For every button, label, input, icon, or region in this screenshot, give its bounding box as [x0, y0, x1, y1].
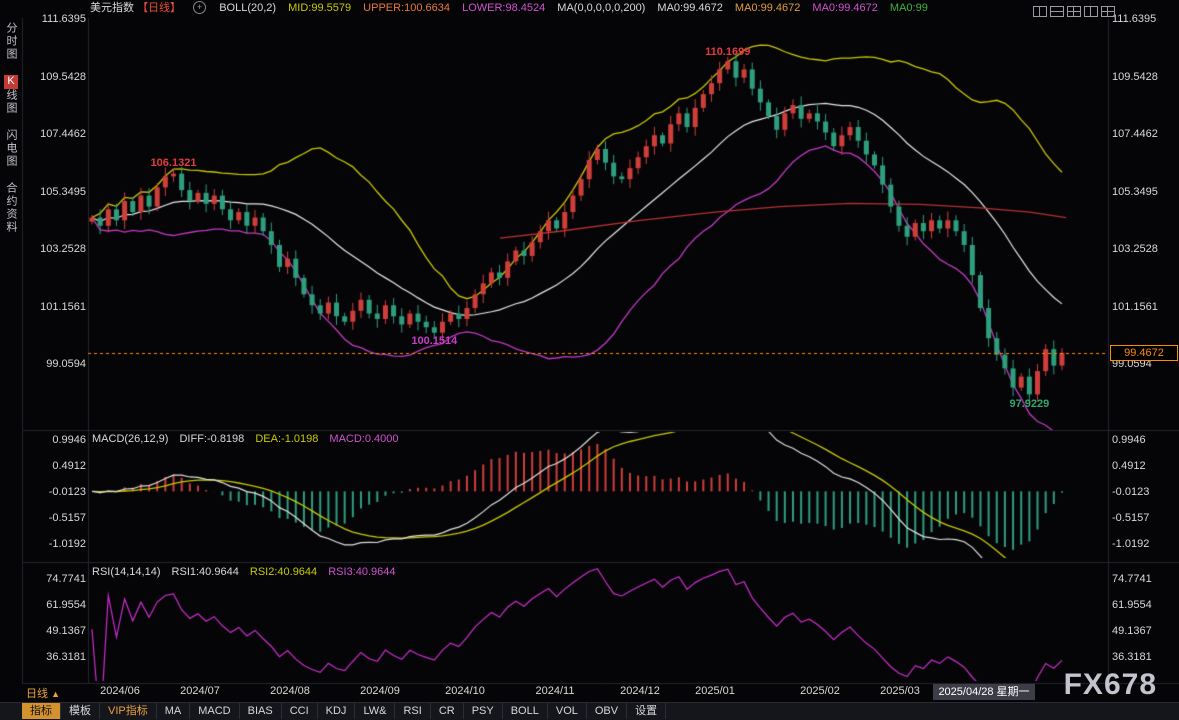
chevron-up-icon: ▲ — [51, 689, 60, 699]
layout-hsplit-icon[interactable] — [1050, 6, 1064, 17]
rsi1-value: RSI1:40.9644 — [172, 566, 239, 578]
layout-vsplit-icon[interactable] — [1067, 6, 1081, 17]
toolbar-item-OBV[interactable]: OBV — [587, 703, 627, 719]
bottom-toolbar: 指标模板VIP指标MAMACDBIASCCIKDJLW&RSICRPSYBOLL… — [0, 702, 1179, 720]
sidebar-tab[interactable]: K线图 — [3, 75, 19, 115]
ma-params: MA(0,0,0,0,0,200) — [557, 2, 645, 14]
toolbar-item-LW&[interactable]: LW& — [355, 703, 395, 719]
boll-upper-value: UPPER:100.6634 — [363, 2, 450, 14]
symbol-name: 美元指数 — [90, 2, 134, 14]
current-price-tag: 99.4672 — [1110, 345, 1178, 361]
toolbar-item-模板[interactable]: 模板 — [61, 703, 100, 719]
toolbar-item-RSI[interactable]: RSI — [395, 703, 430, 719]
boll-lower-value: LOWER:98.4524 — [462, 2, 545, 14]
rsi-title: RSI(14,14,14) — [92, 566, 160, 578]
rsi2-value: RSI2:40.9644 — [250, 566, 317, 578]
period-tag: 【日线】 — [137, 2, 181, 14]
toolbar-item-VOL[interactable]: VOL — [548, 703, 587, 719]
period-dropdown[interactable]: 日线 ▲ — [26, 685, 60, 701]
ma-value-2: MA0:99.4672 — [735, 2, 800, 14]
macd-header: MACD(26,12,9) DIFF:-0.8198 DEA:-1.0198 M… — [92, 433, 407, 445]
toolbar-item-设置[interactable]: 设置 — [627, 703, 666, 719]
toolbar-item-VIP指标[interactable]: VIP指标 — [100, 703, 157, 719]
plus-circle-icon[interactable]: + — [193, 1, 206, 14]
ma-value-3: MA0:99.4672 — [812, 2, 877, 14]
chart-canvas[interactable] — [0, 0, 1179, 720]
layout-triple-icon[interactable] — [1084, 6, 1098, 17]
toolbar-item-CR[interactable]: CR — [431, 703, 464, 719]
toolbar-item-MA[interactable]: MA — [157, 703, 191, 719]
toolbar-item-BOLL[interactable]: BOLL — [503, 703, 548, 719]
rsi-header: RSI(14,14,14) RSI1:40.9644 RSI2:40.9644 … — [92, 566, 404, 578]
macd-title: MACD(26,12,9) — [92, 433, 168, 445]
macd-diff-value: DIFF:-0.8198 — [179, 433, 244, 445]
chart-header: 美元指数 【日线】 + BOLL(20,2) MID:99.5579 UPPER… — [0, 0, 1179, 18]
toolbar-item-指标[interactable]: 指标 — [22, 703, 61, 719]
macd-hist-value: MACD:0.4000 — [329, 433, 398, 445]
sidebar-tab[interactable]: 合约资料 — [3, 182, 19, 234]
macd-dea-value: DEA:-1.0198 — [255, 433, 318, 445]
fx678-watermark: FX678 — [1064, 668, 1157, 702]
left-sidebar: 分时图 K线图闪电图合约资料 — [0, 18, 22, 703]
crosshair-date-box: 2025/04/28 星期一 — [933, 684, 1035, 700]
toolbar-item-CCI[interactable]: CCI — [282, 703, 318, 719]
boll-mid-value: MID:99.5579 — [288, 2, 351, 14]
rsi3-value: RSI3:40.9644 — [328, 566, 395, 578]
layout-quad-icon[interactable] — [1101, 6, 1115, 17]
toolbar-item-KDJ[interactable]: KDJ — [318, 703, 356, 719]
layout-single-icon[interactable] — [1033, 6, 1047, 17]
ma-value-4: MA0:99 — [890, 2, 928, 14]
active-tab-badge: K — [4, 75, 18, 89]
ma-value-1: MA0:99.4672 — [657, 2, 722, 14]
toolbar-item-BIAS[interactable]: BIAS — [240, 703, 282, 719]
trading-app-window: 美元指数 【日线】 + BOLL(20,2) MID:99.5579 UPPER… — [0, 0, 1179, 720]
window-layout-icons — [1030, 3, 1115, 20]
sidebar-tab[interactable]: 分时图 — [3, 22, 19, 61]
boll-params: BOLL(20,2) — [219, 2, 276, 14]
sidebar-tab[interactable]: 闪电图 — [3, 129, 19, 168]
period-dropdown-label: 日线 — [26, 688, 48, 700]
toolbar-item-MACD[interactable]: MACD — [190, 703, 239, 719]
toolbar-item-PSY[interactable]: PSY — [464, 703, 503, 719]
